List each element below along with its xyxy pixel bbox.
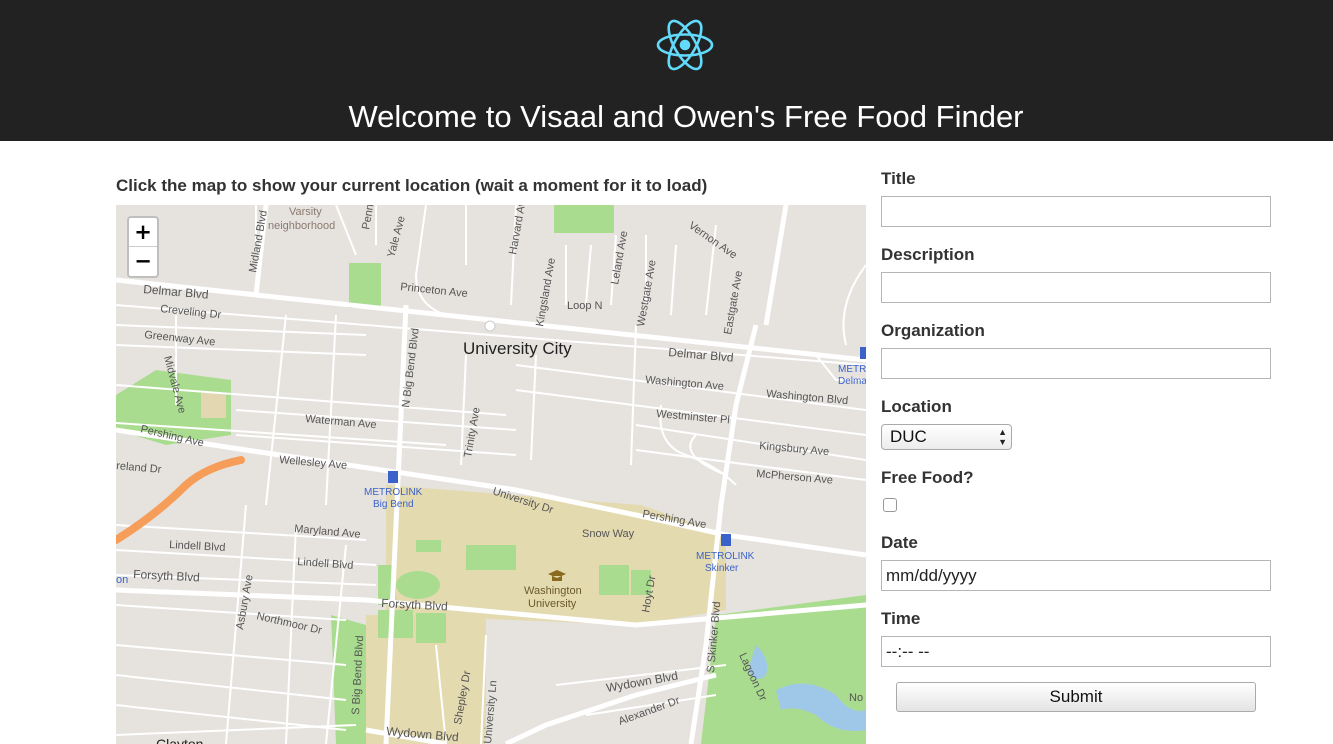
location-select[interactable]: DUC ▲ ▼ — [881, 424, 1012, 450]
map-street-label: Loop N — [567, 300, 603, 312]
time-input[interactable]: --:-- -- — [881, 636, 1271, 667]
map-view[interactable]: Varsity neighborhood Midland Blvd Yale A… — [116, 205, 866, 744]
map-instructions: Click the map to show your current locat… — [116, 176, 708, 195]
title-label: Title — [881, 169, 916, 188]
map-street-label: METROLINK — [696, 551, 755, 562]
metrolink-marker — [721, 534, 731, 546]
map-street-label: on — [116, 574, 128, 586]
page-title: Welcome to Visaal and Owen's Free Food F… — [348, 99, 1024, 134]
map-street-label: University — [528, 598, 577, 610]
park — [349, 263, 381, 308]
date-input[interactable]: mm/dd/yyyy — [881, 560, 1271, 591]
map-street-label: METROLINK — [364, 487, 423, 498]
map-street-label: neighborhood — [268, 220, 335, 232]
map-street-label: Clayton — [156, 736, 203, 744]
map-street-label: Snow Way — [582, 528, 635, 540]
park-field — [201, 393, 226, 418]
description-label: Description — [881, 245, 975, 264]
metrolink-marker — [860, 347, 866, 359]
app-header: Welcome to Visaal and Owen's Free Food F… — [0, 0, 1333, 141]
description-input[interactable] — [881, 272, 1271, 303]
zoom-control: + − — [127, 216, 159, 278]
map-street-label: Washington — [524, 585, 582, 597]
map-street-label: Varsity — [289, 206, 322, 218]
map-street-label: Delma — [838, 376, 866, 387]
free-food-label: Free Food? — [881, 468, 974, 487]
organization-input[interactable] — [881, 348, 1271, 379]
metrolink-marker — [388, 471, 398, 483]
map-tiles[interactable]: Varsity neighborhood Midland Blvd Yale A… — [116, 205, 866, 744]
location-selected-value: DUC — [890, 427, 927, 446]
select-arrows-icon: ▲ ▼ — [998, 427, 1007, 447]
zoom-out-button[interactable]: − — [129, 247, 157, 276]
map-street-label: University City — [463, 339, 572, 358]
map-street-label: Big Bend — [373, 499, 414, 510]
map-street-label: Skinker — [705, 563, 739, 574]
time-label: Time — [881, 609, 921, 628]
time-value: --:-- -- — [886, 642, 930, 661]
organization-label: Organization — [881, 321, 985, 340]
location-label: Location — [881, 397, 952, 416]
free-food-checkbox[interactable] — [883, 498, 897, 512]
map-street-label: METR — [838, 364, 866, 375]
react-logo-icon — [656, 19, 714, 71]
map-street-label: No — [849, 692, 863, 704]
date-label: Date — [881, 533, 918, 552]
park — [554, 205, 614, 233]
date-value: mm/dd/yyyy — [886, 566, 977, 585]
zoom-in-button[interactable]: + — [129, 218, 157, 247]
submit-button[interactable]: Submit — [896, 682, 1256, 712]
title-input[interactable] — [881, 196, 1271, 227]
